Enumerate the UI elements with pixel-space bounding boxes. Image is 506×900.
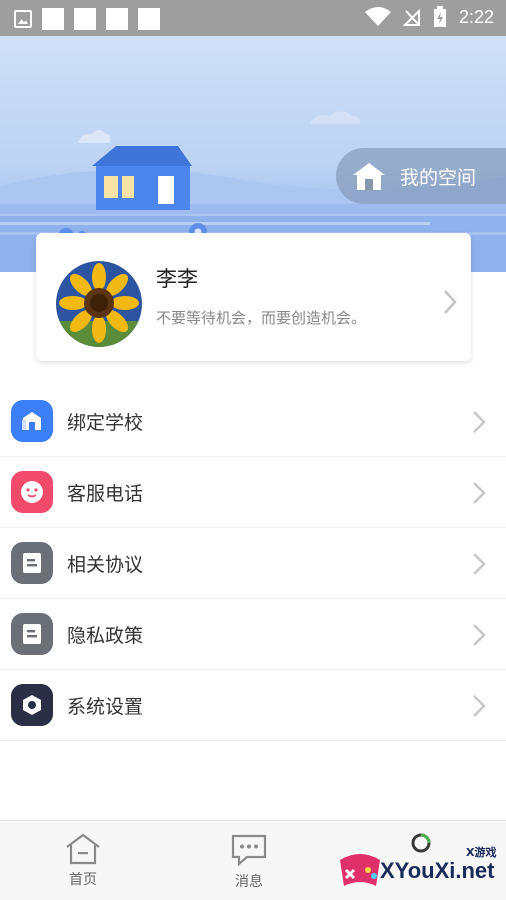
site-watermark: X游戏 XYouXi.net [330,828,506,900]
user-name: 李李 [156,267,198,291]
menu-item-label: 系统设置 [67,695,144,718]
menu-item-label: 客服电话 [67,482,144,505]
notification-square-icon [74,8,96,30]
notification-icons [14,8,160,30]
no-signal-icon [402,8,420,26]
tab-home[interactable]: 首页 [38,833,128,889]
chevron-right-icon [473,411,486,433]
message-icon [231,834,267,867]
profile-card[interactable]: 李李 不要等待机会，而要创造机会。 [36,233,471,361]
menu-item-label: 相关协议 [67,553,144,576]
notification-square-icon [42,8,64,30]
my-space-button[interactable]: 我的空间 [336,148,506,204]
notification-square-icon [138,8,160,30]
menu-item-label: 绑定学校 [67,411,144,434]
chevron-right-icon [473,624,486,646]
chevron-right-icon [444,290,457,314]
watermark-site-text: XYouXi.net [380,858,495,883]
chevron-right-icon [473,695,486,717]
menu-item-system-settings[interactable]: 系统设置 [0,670,506,741]
menu-item-agreements[interactable]: 相关协议 [0,528,506,599]
menu-item-customer-service[interactable]: 客服电话 [0,457,506,528]
tab-label: 首页 [69,872,97,888]
clock: 2:22 [458,6,494,27]
menu-item-bind-school[interactable]: 绑定学校 [0,386,506,457]
settings-menu: 绑定学校 客服电话 相关协议 隐私政策 系统设置 [0,386,506,741]
user-motto: 不要等待机会，而要创造机会。 [156,309,367,327]
status-bar: 2:22 [0,0,506,36]
image-notification-icon [14,10,32,28]
sunflower-avatar-image [56,261,142,347]
tab-messages[interactable]: 消息 [204,833,294,891]
avatar [56,261,142,347]
chevron-right-icon [473,482,486,504]
wifi-icon [364,7,391,26]
document-icon [11,613,53,655]
document-icon [11,542,53,584]
menu-item-privacy-policy[interactable]: 隐私政策 [0,599,506,670]
settings-hexagon-icon [11,684,53,726]
battery-charging-icon [433,6,446,27]
house-icon [353,163,385,190]
service-face-icon [11,471,53,513]
notification-square-icon [106,8,128,30]
school-icon [11,400,53,442]
my-space-label: 我的空间 [400,166,477,189]
loading-ring-icon [411,833,431,853]
chevron-right-icon [473,553,486,575]
menu-item-label: 隐私政策 [67,624,144,647]
tab-label: 消息 [235,874,263,890]
home-icon [66,833,100,865]
